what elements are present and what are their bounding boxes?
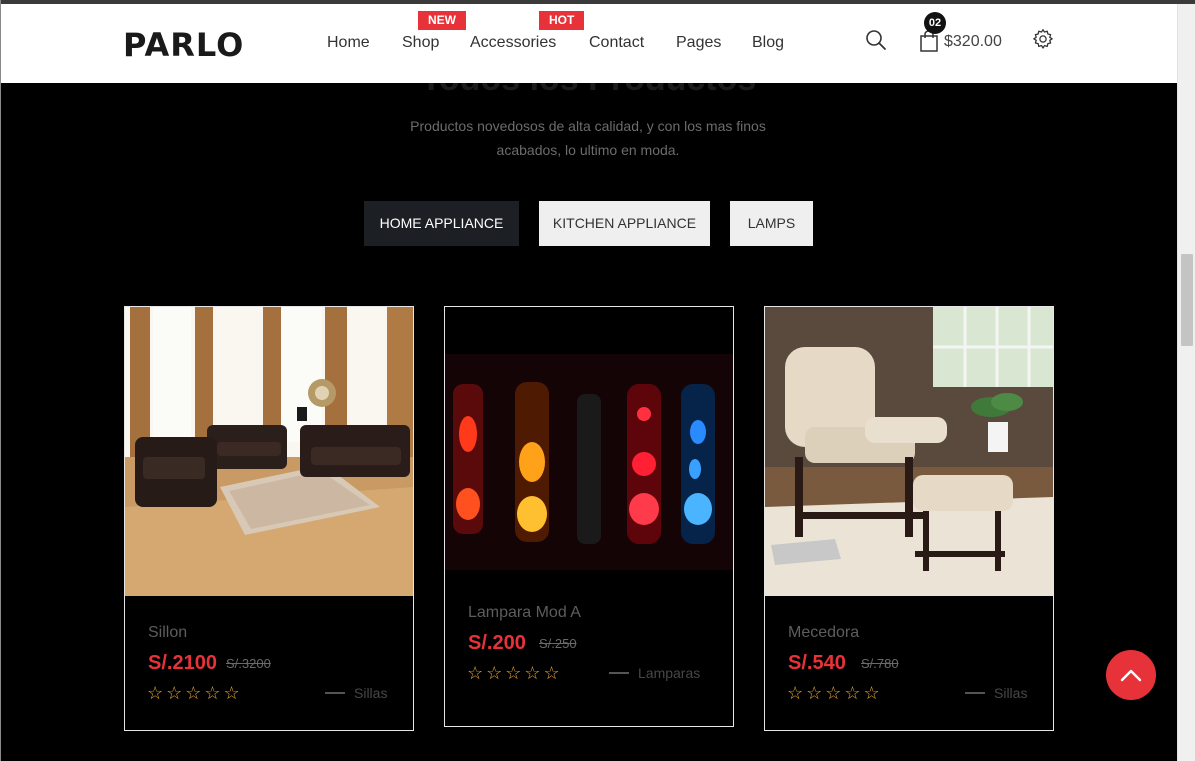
- tab-home-appliance[interactable]: HOME APPLIANCE: [364, 201, 519, 246]
- nav-pages[interactable]: Pages: [676, 34, 721, 52]
- product-old-price: S/.3200: [226, 656, 271, 671]
- product-category[interactable]: Sillas: [994, 685, 1027, 701]
- page-scrollbar[interactable]: [1177, 4, 1195, 761]
- window-top-border: [0, 0, 1195, 4]
- site-logo[interactable]: PARLO: [123, 26, 244, 64]
- cart-count-badge: 02: [924, 12, 946, 34]
- search-icon[interactable]: [865, 29, 887, 51]
- nav-accessories[interactable]: Accessories: [470, 34, 556, 52]
- nav-home[interactable]: Home: [327, 34, 370, 52]
- product-image-sofa[interactable]: [125, 307, 413, 596]
- product-card[interactable]: Mecedora S/.540 S/.780 ☆☆☆☆☆ Sillas: [764, 306, 1054, 731]
- gear-icon[interactable]: [1032, 28, 1054, 50]
- tab-kitchen-appliance[interactable]: KITCHEN APPLIANCE: [539, 201, 710, 246]
- product-image-lava-lamps[interactable]: [445, 354, 733, 570]
- new-badge: NEW: [418, 11, 466, 30]
- product-category[interactable]: Lamparas: [638, 665, 700, 681]
- rating-stars: ☆☆☆☆☆: [787, 683, 883, 703]
- category-divider: [965, 692, 985, 694]
- product-price: S/.2100: [148, 652, 217, 674]
- product-card[interactable]: Lampara Mod A S/.200 S/.250 ☆☆☆☆☆ Lampar…: [444, 306, 734, 727]
- product-old-price: S/.780: [861, 656, 899, 671]
- product-old-price: S/.250: [539, 636, 577, 651]
- nav-blog[interactable]: Blog: [752, 34, 784, 52]
- product-price: S/.200: [468, 632, 526, 654]
- product-name[interactable]: Mecedora: [788, 624, 859, 642]
- cart-total[interactable]: $320.00: [944, 33, 1002, 51]
- product-category[interactable]: Sillas: [354, 685, 387, 701]
- nav-shop[interactable]: Shop: [402, 34, 439, 52]
- rating-stars: ☆☆☆☆☆: [147, 683, 243, 703]
- category-divider: [609, 672, 629, 674]
- category-divider: [325, 692, 345, 694]
- section-subtitle: Productos novedosos de alta calidad, y c…: [410, 118, 766, 158]
- chevron-up-icon: [1120, 669, 1142, 682]
- site-header: PARLO Home NEW Shop HOT Accessories Cont…: [1, 4, 1177, 83]
- hot-badge: HOT: [539, 11, 585, 30]
- scrollbar-thumb[interactable]: [1181, 254, 1193, 346]
- product-image-glider-rocker[interactable]: [765, 307, 1053, 596]
- product-price: S/.540: [788, 652, 846, 674]
- tab-lamps[interactable]: LAMPS: [730, 201, 813, 246]
- product-name[interactable]: Sillon: [148, 624, 187, 642]
- back-to-top-button[interactable]: [1106, 650, 1156, 700]
- window-left-border: [0, 0, 1, 761]
- rating-stars: ☆☆☆☆☆: [467, 663, 563, 683]
- nav-contact[interactable]: Contact: [589, 34, 644, 52]
- product-name[interactable]: Lampara Mod A: [468, 604, 581, 622]
- product-card[interactable]: Sillon S/.2100 S/.3200 ☆☆☆☆☆ Sillas: [124, 306, 414, 731]
